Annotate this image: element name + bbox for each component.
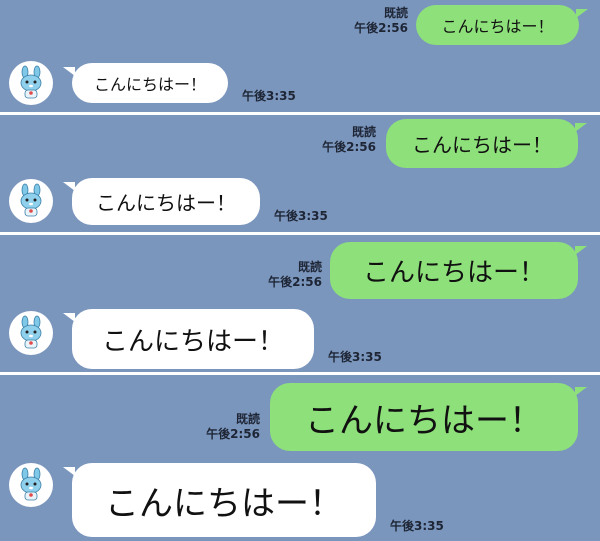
received-message-text: こんにちはー！: [93, 75, 206, 94]
contact-avatar[interactable]: [9, 61, 53, 105]
chat-panel-extra-large: 既読 午後2:56 こんにちはー！ こんにちはー！ 午後3:35: [0, 375, 600, 541]
sent-time: 午後2:56: [206, 427, 260, 441]
received-message-bubble[interactable]: こんにちはー！: [63, 463, 376, 537]
sent-message-text: こんにちはー！: [305, 400, 543, 441]
chat-panel-large: 既読 午後2:56 こんにちはー！ こんにちはー！ 午後3:35: [0, 235, 600, 372]
sent-meta: 既読 午後2:56: [244, 260, 322, 290]
received-time: 午後3:35: [242, 89, 296, 103]
contact-avatar[interactable]: [9, 463, 53, 507]
received-message-bubble[interactable]: こんにちはー！: [63, 178, 260, 225]
read-label: 既読: [235, 412, 260, 426]
received-message-bubble[interactable]: こんにちはー！: [63, 63, 228, 103]
read-label: 既読: [351, 125, 376, 139]
received-message-text: こんにちはー！: [96, 191, 236, 215]
received-time: 午後3:35: [390, 519, 444, 533]
sent-time: 午後2:56: [322, 140, 376, 154]
sent-meta: 既読 午後2:56: [182, 412, 260, 442]
sent-time: 午後2:56: [268, 275, 322, 289]
bunny-mascot-icon: [20, 315, 42, 349]
sent-message-text: こんにちはー！: [362, 258, 545, 288]
sent-message-text: こんにちはー！: [441, 17, 554, 36]
bunny-mascot-icon: [20, 183, 42, 217]
contact-avatar[interactable]: [9, 311, 53, 355]
sent-message-text: こんにちはー！: [412, 133, 552, 157]
sent-message-bubble[interactable]: こんにちはー！: [330, 242, 587, 299]
sent-message-bubble[interactable]: こんにちはー！: [270, 383, 587, 451]
received-message-bubble[interactable]: こんにちはー！: [63, 309, 314, 369]
read-label: 既読: [297, 260, 322, 274]
read-label: 既読: [383, 6, 408, 20]
contact-avatar[interactable]: [9, 179, 53, 223]
received-message-text: こんにちはー！: [105, 483, 343, 524]
chat-panel-medium: 既読 午後2:56 こんにちはー！ こんにちはー！ 午後3:35: [0, 115, 600, 232]
received-time: 午後3:35: [328, 350, 382, 364]
chat-panel-small: 既読 午後2:56 こんにちはー！ こんにちはー！ 午後3:35: [0, 0, 600, 112]
received-time: 午後3:35: [274, 209, 328, 223]
sent-meta: 既読 午後2:56: [330, 6, 408, 36]
sent-meta: 既読 午後2:56: [298, 125, 376, 155]
received-message-text: こんにちはー！: [101, 326, 284, 357]
sent-message-bubble[interactable]: こんにちはー！: [386, 119, 587, 168]
bunny-mascot-icon: [20, 467, 42, 501]
sent-time: 午後2:56: [354, 21, 408, 35]
bunny-mascot-icon: [20, 65, 42, 99]
sent-message-bubble[interactable]: こんにちはー！: [416, 5, 588, 45]
